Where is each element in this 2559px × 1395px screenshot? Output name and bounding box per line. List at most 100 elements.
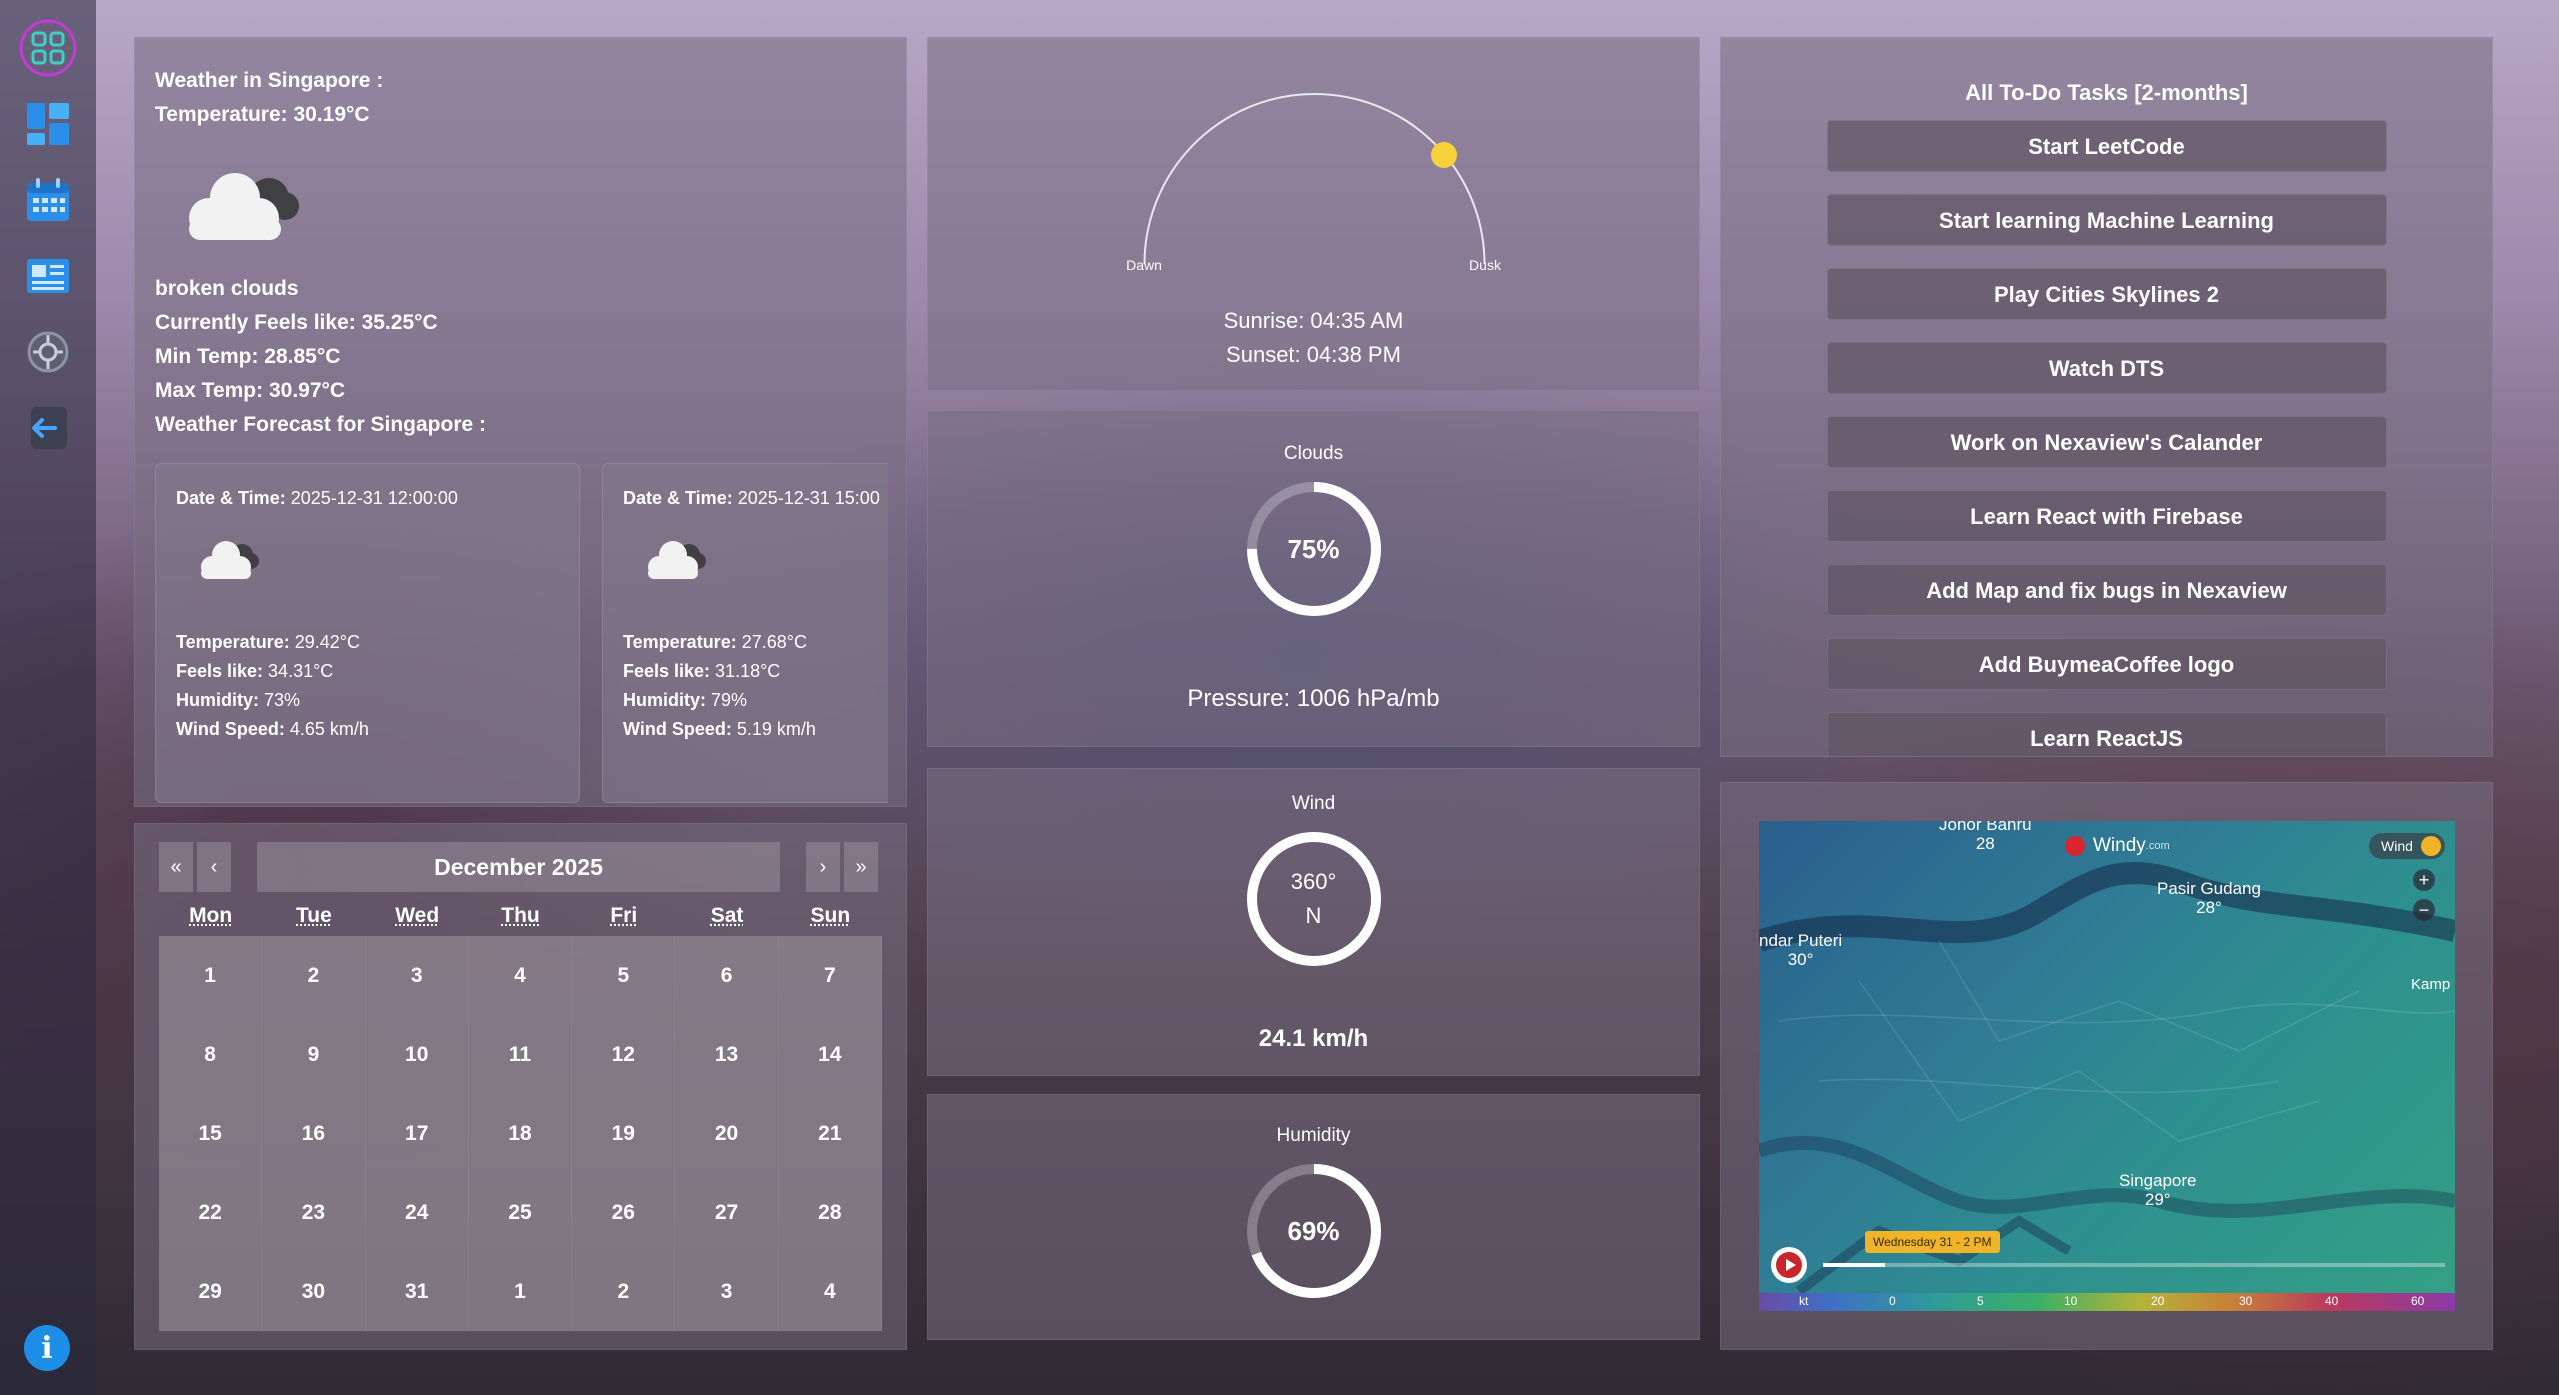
pressure-value: Pressure: 1006 hPa/mb bbox=[1187, 685, 1440, 712]
calendar-month-label[interactable]: December 2025 bbox=[257, 842, 780, 892]
todo-task-button[interactable]: Add BuymeaCoffee logo bbox=[1826, 638, 2387, 690]
calendar-day[interactable]: 27 bbox=[675, 1173, 779, 1252]
logout-icon[interactable] bbox=[18, 398, 78, 458]
forecast-datetime-label: Date & Time: bbox=[176, 488, 286, 508]
scale-value: 30 bbox=[2239, 1294, 2253, 1308]
calendar-day[interactable]: 3 bbox=[675, 1252, 779, 1331]
calendar-icon[interactable] bbox=[18, 170, 78, 230]
calendar-day[interactable]: 25 bbox=[469, 1173, 573, 1252]
map-place: Singapore 29° bbox=[2119, 1171, 2197, 1209]
calendar-day[interactable]: 20 bbox=[675, 1094, 779, 1173]
next-month-button[interactable]: › bbox=[806, 842, 840, 892]
todo-task-button[interactable]: Play Cities Skylines 2 bbox=[1826, 268, 2387, 320]
scale-value: 20 bbox=[2151, 1294, 2165, 1308]
settings-icon[interactable] bbox=[18, 322, 78, 382]
calendar-day[interactable]: 2 bbox=[572, 1252, 676, 1331]
sun-arc bbox=[1143, 93, 1486, 265]
calendar-day[interactable]: 12 bbox=[572, 1015, 676, 1094]
forecast-list[interactable]: Date & Time: 2025-12-31 12:00:00 Tempera… bbox=[155, 463, 888, 803]
calendar-day[interactable]: 15 bbox=[159, 1094, 263, 1173]
forecast-wind-label: Wind Speed: bbox=[176, 719, 285, 739]
calendar-day[interactable]: 3 bbox=[366, 936, 469, 1015]
calendar-day[interactable]: 1 bbox=[469, 1252, 573, 1331]
calendar-day[interactable]: 2 bbox=[262, 936, 366, 1015]
sidebar: i bbox=[0, 0, 96, 1395]
calendar-day[interactable]: 10 bbox=[366, 1015, 469, 1094]
calendar-day[interactable]: 8 bbox=[159, 1015, 263, 1094]
forecast-temp: 29.42°C bbox=[289, 632, 360, 652]
calendar-day[interactable]: 16 bbox=[262, 1094, 366, 1173]
calendar-day[interactable]: 31 bbox=[366, 1252, 469, 1331]
map-place-value: 28 bbox=[1975, 834, 1995, 853]
broken-clouds-icon bbox=[177, 160, 307, 250]
next-year-button[interactable]: » bbox=[844, 842, 878, 892]
calendar-day[interactable]: 4 bbox=[469, 936, 573, 1015]
todo-task-button[interactable]: Learn React with Firebase bbox=[1826, 490, 2387, 542]
calendar-day[interactable]: 19 bbox=[572, 1094, 676, 1173]
weather-panel: Weather in Singapore : Temperature: 30.1… bbox=[134, 37, 907, 807]
scale-value: 40 bbox=[2325, 1294, 2339, 1308]
calendar-day[interactable]: 6 bbox=[675, 936, 779, 1015]
calendar-day[interactable]: 4 bbox=[779, 1252, 882, 1331]
todo-panel[interactable]: All To-Do Tasks [2-months] Start LeetCod… bbox=[1720, 37, 2493, 757]
timeline-track[interactable] bbox=[1823, 1263, 2445, 1267]
prev-month-button[interactable]: ‹ bbox=[197, 842, 231, 892]
forecast-feels-label: Feels like: bbox=[176, 661, 264, 681]
forecast-card: Date & Time: 2025-12-31 12:00:00 Tempera… bbox=[155, 463, 580, 803]
zoom-in-button[interactable]: + bbox=[2413, 869, 2435, 891]
forecast-temp-label: Temperature: bbox=[623, 632, 737, 652]
todo-task-button[interactable]: Work on Nexaview's Calander bbox=[1826, 416, 2387, 468]
windy-map[interactable]: Johor Bahru 28 Pasir Gudang 28° ndar Puter… bbox=[1759, 821, 2455, 1311]
calendar-day[interactable]: 7 bbox=[779, 936, 882, 1015]
info-icon[interactable]: i bbox=[24, 1325, 70, 1371]
todo-task-button[interactable]: Start LeetCode bbox=[1826, 120, 2387, 172]
clouds-label: Clouds bbox=[1283, 443, 1344, 464]
forecast-datetime-label: Date & Time: bbox=[623, 488, 733, 508]
weekday-header: Sun bbox=[810, 904, 851, 927]
calendar-day[interactable]: 21 bbox=[779, 1094, 882, 1173]
calendar-day[interactable]: 22 bbox=[159, 1173, 263, 1252]
todo-task-button[interactable]: Watch DTS bbox=[1826, 342, 2387, 394]
layer-selector[interactable]: Wind bbox=[2369, 833, 2445, 859]
forecast-feels-label: Feels like: bbox=[623, 661, 711, 681]
calendar-panel: « ‹ December 2025 › » Mon Tue Wed Thu Fri Sat… bbox=[134, 823, 907, 1350]
map-place-name: Kamp bbox=[2411, 976, 2451, 993]
play-button[interactable] bbox=[1771, 1247, 1807, 1283]
calendar-day[interactable]: 11 bbox=[469, 1015, 573, 1094]
weekday-header: Thu bbox=[501, 904, 540, 927]
calendar-day[interactable]: 5 bbox=[572, 936, 676, 1015]
calendar-day[interactable]: 14 bbox=[779, 1015, 882, 1094]
todo-task-button[interactable]: Add Map and fix bugs in Nexaview bbox=[1826, 564, 2387, 616]
dashboard-icon[interactable] bbox=[18, 94, 78, 154]
calendar-day[interactable]: 17 bbox=[366, 1094, 469, 1173]
prev-year-button[interactable]: « bbox=[159, 842, 193, 892]
calendar-day[interactable]: 23 bbox=[262, 1173, 366, 1252]
calendar-day[interactable]: 18 bbox=[469, 1094, 573, 1173]
calendar-day[interactable]: 29 bbox=[159, 1252, 263, 1331]
calendar-day[interactable]: 24 bbox=[366, 1173, 469, 1252]
windy-brand[interactable]: Windy .com bbox=[2065, 835, 2170, 857]
wind-gauge: 360° N bbox=[1244, 829, 1384, 969]
news-icon[interactable] bbox=[18, 246, 78, 306]
small-cloud-icon bbox=[196, 533, 266, 588]
weather-max-temp: Max Temp: 30.97°C bbox=[155, 379, 346, 402]
calendar-day[interactable]: 28 bbox=[779, 1173, 882, 1252]
calendar-day[interactable]: 26 bbox=[572, 1173, 676, 1252]
app-logo-icon[interactable] bbox=[18, 18, 78, 78]
todo-task-button[interactable]: Learn ReactJS bbox=[1826, 712, 2387, 756]
weather-temperature: Temperature: 30.19°C bbox=[155, 103, 370, 126]
map-place-value: 30° bbox=[1787, 950, 1814, 969]
calendar-day[interactable]: 13 bbox=[675, 1015, 779, 1094]
todo-task-button[interactable]: Start learning Machine Learning bbox=[1826, 194, 2387, 246]
forecast-datetime: 2025-12-31 15:00 bbox=[732, 488, 880, 508]
zoom-out-button[interactable]: − bbox=[2413, 899, 2435, 921]
map-panel: Johor Bahru 28 Pasir Gudang 28° ndar Puter… bbox=[1720, 782, 2493, 1350]
small-cloud-icon bbox=[643, 533, 713, 588]
map-place: Johor Bahru 28 bbox=[1939, 821, 2032, 853]
play-icon bbox=[1776, 1252, 1802, 1278]
calendar-day[interactable]: 30 bbox=[262, 1252, 366, 1331]
weekday-header: Sat bbox=[710, 904, 744, 927]
wind-direction: N bbox=[1305, 903, 1322, 928]
calendar-day[interactable]: 9 bbox=[262, 1015, 366, 1094]
calendar-day[interactable]: 1 bbox=[159, 936, 263, 1015]
